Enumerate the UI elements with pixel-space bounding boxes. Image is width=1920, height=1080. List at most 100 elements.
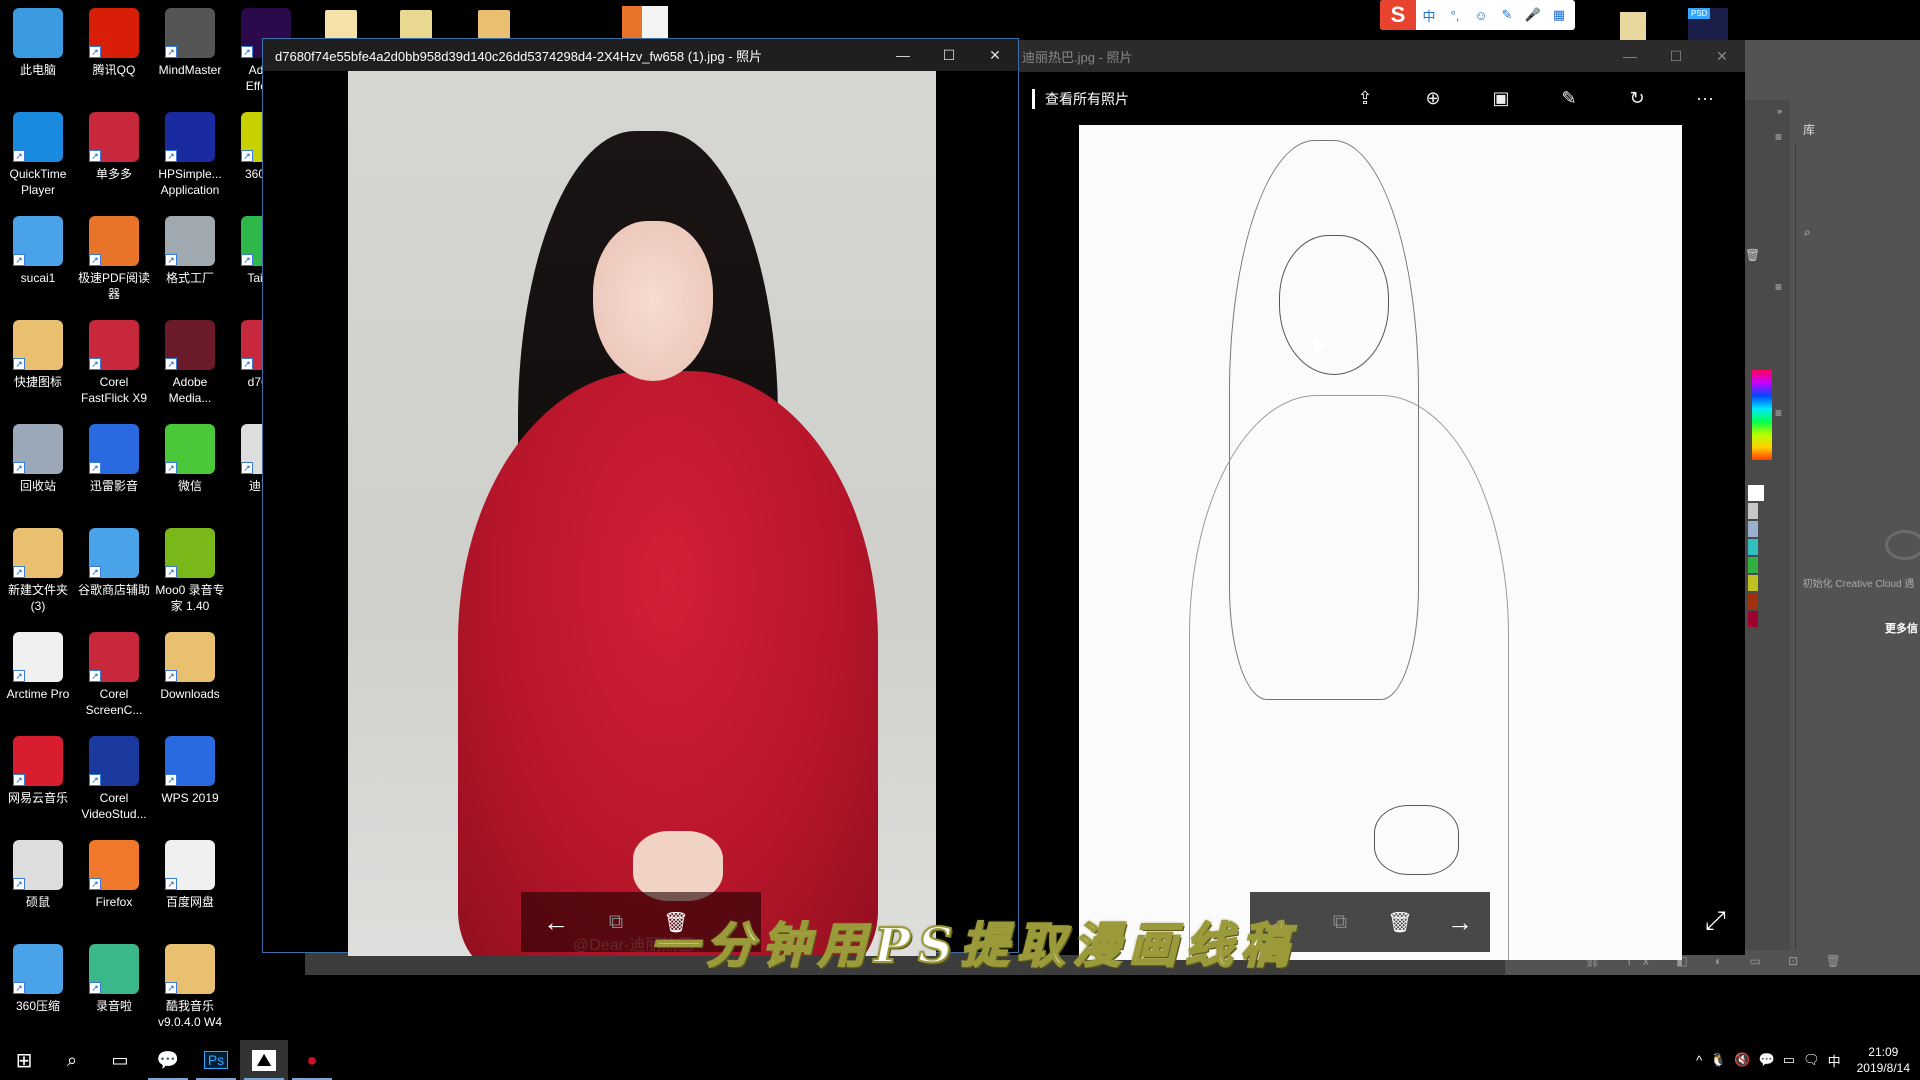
color-swatch[interactable]	[1748, 593, 1758, 609]
rotate-icon[interactable]: ↻	[1603, 88, 1671, 109]
sogou-logo-icon[interactable]: S	[1380, 0, 1416, 30]
battery-icon[interactable]: ▭	[1783, 1052, 1795, 1068]
psd-file-icon[interactable]: PSD	[1688, 8, 1728, 40]
prev-button[interactable]: ←	[531, 907, 581, 938]
color-swatch[interactable]	[1748, 575, 1758, 591]
shortcut-arrow-icon: ↗	[13, 774, 25, 786]
ps-trash-icon[interactable]: 🗑	[1745, 248, 1760, 262]
ime-toolbar[interactable]: S 中 °, ☺ ✎ 🎤 ▦	[1380, 0, 1575, 30]
top-pdf-icon[interactable]	[622, 6, 668, 40]
color-spectrum[interactable]	[1752, 370, 1772, 460]
desktop-icon[interactable]: ↗ 新建文件夹 (3)	[0, 528, 76, 614]
desktop-icon[interactable]: ↗ 快捷图标	[0, 320, 76, 390]
desktop-icon[interactable]: ↗ QuickTime Player	[0, 112, 76, 198]
top-folder-icon-1[interactable]	[325, 10, 357, 40]
search-icon: ⌕	[66, 1049, 78, 1070]
notification-icon[interactable]: 🗨	[1803, 1052, 1820, 1068]
delete-icon[interactable]: 🗑	[1375, 910, 1425, 935]
top-folder-icon-4[interactable]	[1620, 12, 1646, 40]
tab-libraries[interactable]: 库	[1795, 115, 1835, 143]
color-swatch[interactable]	[1748, 503, 1758, 519]
desktop-icon[interactable]: ↗ 单多多	[76, 112, 152, 182]
ime-punctuation-icon[interactable]: °,	[1442, 8, 1468, 23]
ime-chinese-mode[interactable]: 中	[1416, 6, 1442, 25]
desktop-icon[interactable]: ↗ 硕鼠	[0, 840, 76, 910]
ime-handwrite-icon[interactable]: ✎	[1494, 7, 1520, 23]
volume-muted-icon[interactable]: 🔇	[1734, 1052, 1750, 1068]
desktop-icon[interactable]: ↗ sucai1	[0, 216, 76, 286]
desktop-icon[interactable]: ↗ 网易云音乐	[0, 736, 76, 806]
task-view-button[interactable]: ▭	[96, 1040, 144, 1080]
top-folder-icon-3[interactable]	[478, 10, 510, 40]
desktop-icon[interactable]: ↗ 360压缩	[0, 944, 76, 1014]
ps-panel-menu-icon[interactable]: ≡	[1775, 280, 1782, 294]
ps-panel-menu-icon[interactable]: ≡	[1775, 406, 1782, 420]
search-button[interactable]: ⌕	[48, 1040, 96, 1080]
desktop-icon[interactable]: ↗ Corel VideoStud...	[76, 736, 152, 822]
desktop-icon[interactable]: ↗ Firefox	[76, 840, 152, 910]
see-all-photos-button[interactable]: 查看所有照片	[1032, 88, 1129, 109]
desktop-icon[interactable]: ↗ 谷歌商店辅助	[76, 528, 152, 598]
desktop-icon[interactable]: ↗ Arctime Pro	[0, 632, 76, 702]
desktop-icon[interactable]: ↗ 回收站	[0, 424, 76, 494]
desktop-icon[interactable]: ↗ 迅雷影音	[76, 424, 152, 494]
color-swatch[interactable]	[1748, 521, 1758, 537]
desktop-icon[interactable]: ↗ Adobe Media...	[152, 320, 228, 406]
qq-tray-icon[interactable]: 🐧	[1710, 1052, 1726, 1068]
app-icon: ↗	[89, 944, 139, 994]
maximize-button[interactable]: ☐	[926, 39, 972, 71]
share-icon[interactable]: ⇪	[1331, 88, 1399, 109]
desktop-icon[interactable]: ↗ MindMaster	[152, 8, 228, 78]
crop-icon[interactable]: ⧉	[1315, 911, 1365, 934]
start-button[interactable]: ⊞	[0, 1040, 48, 1080]
desktop-icon[interactable]: ↗ 极速PDF阅读器	[76, 216, 152, 302]
color-swatch[interactable]	[1748, 539, 1758, 555]
desktop-icon[interactable]: ↗ HPSimple... Application	[152, 112, 228, 198]
desktop-icon[interactable]: ↗ 微信	[152, 424, 228, 494]
minimize-button[interactable]: —	[1607, 40, 1653, 72]
more-info-link[interactable]: 更多信	[1885, 620, 1918, 636]
close-button[interactable]: ✕	[972, 39, 1018, 71]
zoom-icon[interactable]: ⊕	[1399, 88, 1467, 109]
desktop-icon[interactable]: ↗ Moo0 录音专家 1.40	[152, 528, 228, 614]
color-swatch[interactable]	[1748, 485, 1764, 501]
shortcut-arrow-icon: ↗	[165, 982, 177, 994]
next-button[interactable]: →	[1435, 907, 1485, 938]
fullscreen-icon[interactable]: ⤢	[1705, 905, 1726, 937]
ime-indicator[interactable]: 中	[1828, 1051, 1841, 1070]
crop-icon[interactable]: ⧉	[591, 911, 641, 934]
more-icon[interactable]: ···	[1671, 88, 1739, 109]
desktop-icon[interactable]: ↗ 百度网盘	[152, 840, 228, 910]
clock[interactable]: 21:09 2019/8/14	[1857, 1044, 1910, 1076]
desktop-icon[interactable]: ↗ 酷我音乐 v9.0.4.0 W4	[152, 944, 228, 1030]
ime-voice-icon[interactable]: 🎤	[1520, 7, 1546, 23]
slideshow-icon[interactable]: ▣	[1467, 88, 1535, 109]
library-search-icon[interactable]: ⌕	[1804, 225, 1811, 240]
maximize-button[interactable]: ☐	[1653, 40, 1699, 72]
close-button[interactable]: ✕	[1699, 40, 1745, 72]
desktop-icon[interactable]: ↗ 录音啦	[76, 944, 152, 1014]
ime-emoji-icon[interactable]: ☺	[1468, 8, 1494, 23]
desktop-icon[interactable]: ↗ Corel ScreenC...	[76, 632, 152, 718]
desktop-icon[interactable]: ↗ Downloads	[152, 632, 228, 702]
desktop-icon[interactable]: ↗ WPS 2019	[152, 736, 228, 806]
taskbar-app-screencap[interactable]: ●	[288, 1040, 336, 1080]
top-folder-icon-2[interactable]	[400, 10, 432, 40]
desktop-icon[interactable]: ↗ 腾讯QQ	[76, 8, 152, 78]
desktop-icon[interactable]: ↗ Corel FastFlick X9	[76, 320, 152, 406]
wechat-tray-icon[interactable]: 💬	[1759, 1052, 1775, 1068]
minimize-button[interactable]: —	[880, 39, 926, 71]
taskbar-app-wechat[interactable]: 💬	[144, 1040, 192, 1080]
color-swatch[interactable]	[1748, 611, 1758, 627]
ps-panel-menu-icon[interactable]: ≡	[1775, 130, 1782, 144]
desktop-icon-label: 此电脑	[19, 63, 56, 77]
desktop-icon[interactable]: 此电脑	[0, 8, 76, 78]
taskbar-app-photoshop[interactable]: Ps	[192, 1040, 240, 1080]
color-swatch[interactable]	[1748, 557, 1758, 573]
ps-collapse-icon[interactable]: »	[1777, 106, 1782, 116]
ime-toolbox-icon[interactable]: ▦	[1546, 7, 1572, 23]
taskbar-app-photos[interactable]: ⛰	[240, 1040, 288, 1080]
edit-icon[interactable]: ✎	[1535, 88, 1603, 109]
show-hidden-icons-button[interactable]: ^	[1696, 1053, 1702, 1068]
desktop-icon[interactable]: ↗ 格式工厂	[152, 216, 228, 286]
